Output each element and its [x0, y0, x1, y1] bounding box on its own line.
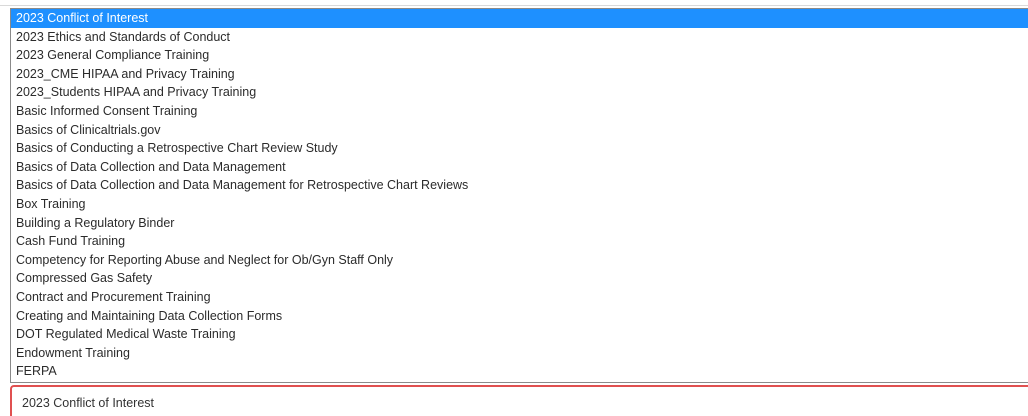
dropdown-option[interactable]: Endowment Training: [11, 344, 1028, 363]
dropdown-option[interactable]: Box Training: [11, 195, 1028, 214]
dropdown-option[interactable]: 2023 Ethics and Standards of Conduct: [11, 28, 1028, 47]
course-select-field[interactable]: 2023 Conflict of Interest: [10, 385, 1028, 416]
dropdown-option[interactable]: FERPA: [11, 362, 1028, 381]
top-menu-bar: [0, 0, 1028, 6]
dropdown-option[interactable]: Building a Regulatory Binder: [11, 214, 1028, 233]
dropdown-option[interactable]: 2023 Conflict of Interest: [11, 9, 1028, 28]
dropdown-option[interactable]: Basics of Clinicaltrials.gov: [11, 121, 1028, 140]
selected-course-value: 2023 Conflict of Interest: [22, 396, 155, 410]
course-dropdown-list[interactable]: 2023 Conflict of Interest 2023 Ethics an…: [10, 8, 1028, 383]
dropdown-option[interactable]: Basics of Conducting a Retrospective Cha…: [11, 139, 1028, 158]
dropdown-option[interactable]: Basic Informed Consent Training: [11, 102, 1028, 121]
dropdown-option[interactable]: DOT Regulated Medical Waste Training: [11, 325, 1028, 344]
dropdown-option[interactable]: Creating and Maintaining Data Collection…: [11, 307, 1028, 326]
dropdown-option[interactable]: 2023_Students HIPAA and Privacy Training: [11, 83, 1028, 102]
dropdown-option[interactable]: 2023 General Compliance Training: [11, 46, 1028, 65]
dropdown-option[interactable]: Basics of Data Collection and Data Manag…: [11, 176, 1028, 195]
dropdown-option[interactable]: 2023_CME HIPAA and Privacy Training: [11, 65, 1028, 84]
course-select-screen: 2023 Conflict of Interest 2023 Ethics an…: [0, 0, 1028, 416]
dropdown-option[interactable]: Compressed Gas Safety: [11, 269, 1028, 288]
dropdown-option[interactable]: Basics of Data Collection and Data Manag…: [11, 158, 1028, 177]
dropdown-option[interactable]: Cash Fund Training: [11, 232, 1028, 251]
dropdown-option[interactable]: Contract and Procurement Training: [11, 288, 1028, 307]
dropdown-option[interactable]: Competency for Reporting Abuse and Negle…: [11, 251, 1028, 270]
